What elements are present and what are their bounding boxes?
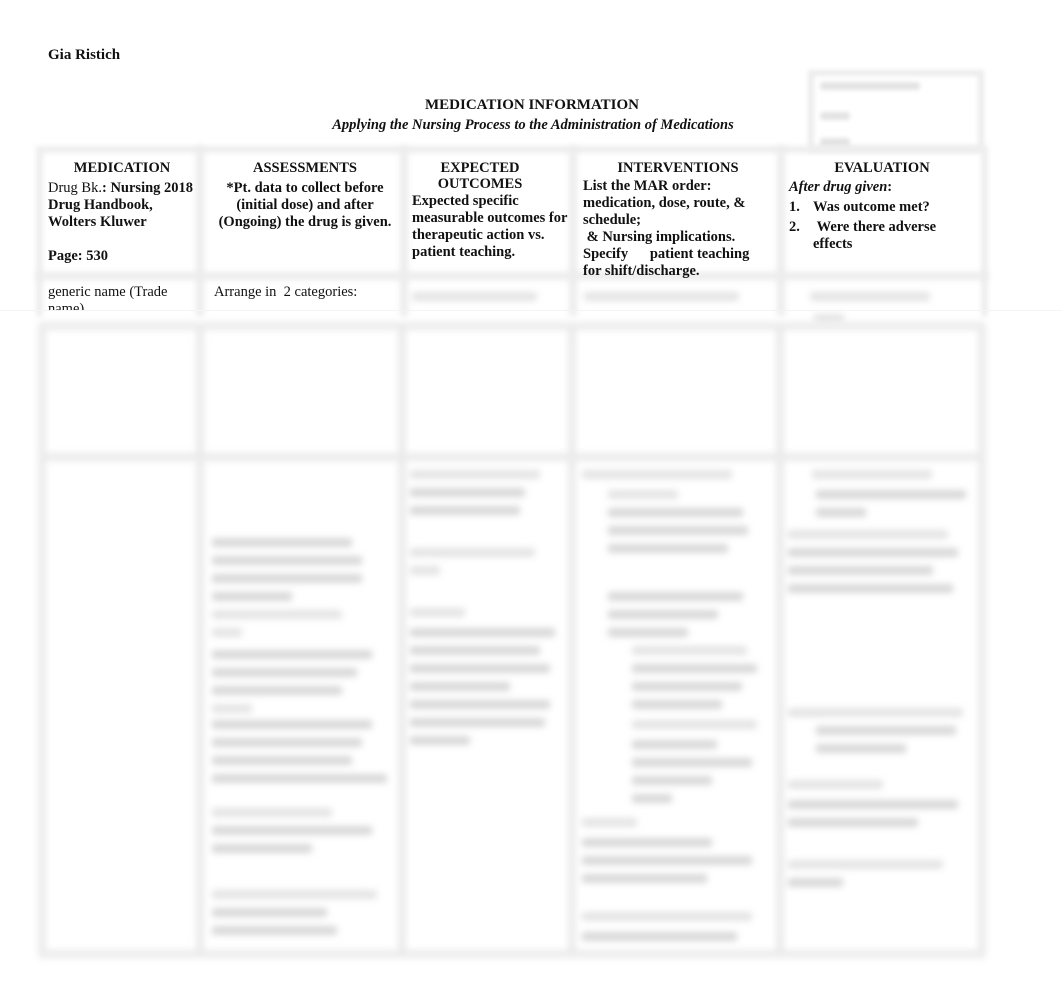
question-number: 2. xyxy=(789,219,800,235)
after-colon: : xyxy=(887,179,893,195)
evaluation-after-label: After drug given: xyxy=(789,179,969,196)
drug-book-reference: Drug Bk.: Nursing 2018 Drug Handbook, Wo… xyxy=(48,180,200,231)
interventions-nursing-implications: & Nursing implications. xyxy=(583,229,736,245)
author-name: Gia Ristich xyxy=(48,47,121,63)
evaluation-question: 2. Were there adverse effects xyxy=(789,219,969,253)
drug-book-label: Drug Bk. xyxy=(48,180,102,196)
page-number: Page: 530 xyxy=(48,248,108,264)
column-expected-outcomes: EXPECTED OUTCOMES Expected specific meas… xyxy=(412,160,568,261)
interventions-patient-teaching: Specify patient teaching for shift/disch… xyxy=(583,246,753,279)
column-heading-medication: MEDICATION xyxy=(73,160,171,176)
evaluation-question: 1. Was outcome met? xyxy=(789,199,969,216)
column-heading-assessments: ASSESSMENTS xyxy=(253,160,357,176)
expected-outcomes-description: Expected specific measurable outcomes fo… xyxy=(412,193,568,260)
blurred-table-body xyxy=(0,310,1062,970)
assessments-description: *Pt. data to collect before (initial dos… xyxy=(218,180,392,230)
question-text: Were there adverse effects xyxy=(813,219,940,252)
column-heading-interventions: INTERVENTIONS xyxy=(617,160,739,176)
column-heading-expected-outcomes: EXPECTED OUTCOMES xyxy=(437,160,523,192)
column-assessments: ASSESSMENTS *Pt. data to collect before … xyxy=(210,160,400,231)
after-drug-given-label: After drug given xyxy=(789,179,888,195)
question-number: 1. xyxy=(789,199,800,215)
column-evaluation: EVALUATION After drug given: 1. Was outco… xyxy=(789,160,969,256)
column-interventions: INTERVENTIONS List the MAR order: medica… xyxy=(583,160,767,280)
question-text: Was outcome met? xyxy=(813,199,930,215)
blurred-info-box xyxy=(808,70,984,152)
evaluation-questions: 1. Was outcome met? 2. Were there adverse… xyxy=(789,199,969,253)
column-heading-evaluation: EVALUATION xyxy=(834,160,930,176)
interventions-mar-order: List the MAR order: medication, dose, ro… xyxy=(583,178,746,228)
column-medication: MEDICATION Drug Bk.: Nursing 2018 Drug H… xyxy=(48,160,200,265)
